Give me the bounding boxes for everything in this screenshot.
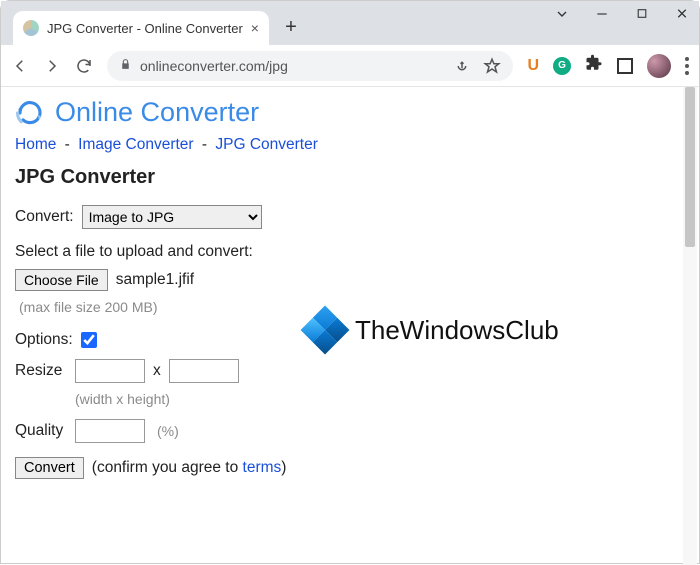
upload-prompt: Select a file to upload and convert: (15, 243, 685, 261)
reload-icon[interactable] (75, 57, 93, 75)
convert-button[interactable]: Convert (15, 457, 84, 479)
scrollbar-thumb[interactable] (685, 87, 695, 247)
browser-tab[interactable]: JPG Converter - Online Converter × (13, 11, 269, 45)
quality-hint: (%) (157, 423, 179, 439)
maximize-icon[interactable] (633, 7, 651, 23)
tab-title: JPG Converter - Online Converter (47, 21, 243, 36)
scrollbar[interactable] (683, 87, 697, 565)
address-bar[interactable]: onlineconverter.com/jpg (107, 51, 513, 81)
max-size-hint: (max file size 200 MB) (19, 299, 685, 315)
close-window-icon[interactable] (673, 6, 691, 24)
forward-icon[interactable] (43, 57, 61, 75)
quality-input[interactable] (75, 419, 145, 443)
extensions-row: U G (527, 54, 689, 78)
addr-actions (453, 57, 501, 75)
crumb-sep: - (60, 136, 74, 153)
terms-link[interactable]: terms (243, 459, 282, 476)
share-icon[interactable] (453, 57, 471, 75)
options-checkbox[interactable] (81, 332, 97, 348)
minimize-icon[interactable] (593, 7, 611, 24)
back-icon[interactable] (11, 57, 29, 75)
bookmark-star-icon[interactable] (483, 57, 501, 75)
close-tab-icon[interactable]: × (251, 20, 259, 36)
resize-label: Resize (15, 362, 67, 380)
resize-height-input[interactable] (169, 359, 239, 383)
breadcrumb: Home - Image Converter - JPG Converter (15, 136, 685, 154)
profile-avatar[interactable] (647, 54, 671, 78)
site-name[interactable]: Online Converter (55, 97, 259, 128)
extensions-icon[interactable] (585, 54, 603, 77)
new-tab-button[interactable]: + (277, 13, 305, 41)
crumb-home[interactable]: Home (15, 136, 56, 153)
site-logo-icon (15, 98, 45, 128)
viewport: Online Converter Home - Image Converter … (1, 87, 699, 565)
convert-label: Convert: (15, 208, 74, 226)
confirm-suffix: ) (281, 459, 286, 476)
page-title: JPG Converter (15, 166, 685, 189)
site-header: Online Converter (15, 97, 685, 128)
browser-titlebar: JPG Converter - Online Converter × + (1, 1, 699, 45)
resize-row: Resize x (15, 359, 685, 383)
crumb-image-converter[interactable]: Image Converter (78, 136, 193, 153)
tab-favicon (23, 20, 39, 36)
confirm-text: (confirm you agree to terms) (92, 459, 287, 477)
crumb-jpg-converter[interactable]: JPG Converter (215, 136, 318, 153)
browser-toolbar: onlineconverter.com/jpg U G (1, 45, 699, 87)
ubersuggest-ext-icon[interactable]: U (527, 57, 539, 75)
selected-filename: sample1.jfif (116, 271, 194, 289)
chevron-down-icon[interactable] (553, 6, 571, 25)
menu-kebab-icon[interactable] (685, 57, 689, 75)
resize-x: x (153, 362, 161, 380)
options-label: Options: (15, 331, 73, 349)
grammarly-ext-icon[interactable]: G (553, 57, 571, 75)
resize-hint: (width x height) (75, 391, 685, 407)
confirm-prefix: (confirm you agree to (92, 459, 243, 476)
file-row: Choose File sample1.jfif (15, 269, 685, 291)
resize-width-input[interactable] (75, 359, 145, 383)
convert-select[interactable]: Image to JPG (82, 205, 262, 229)
options-row: Options: (15, 331, 685, 349)
convert-row: Convert: Image to JPG (15, 205, 685, 229)
quality-row: Quality (%) (15, 419, 685, 443)
window-controls (553, 1, 691, 29)
quality-label: Quality (15, 422, 67, 440)
submit-row: Convert (confirm you agree to terms) (15, 457, 685, 479)
url-text: onlineconverter.com/jpg (140, 58, 288, 74)
crumb-sep: - (198, 136, 212, 153)
page-content: Online Converter Home - Image Converter … (1, 87, 699, 517)
sidepanel-icon[interactable] (617, 58, 633, 74)
choose-file-button[interactable]: Choose File (15, 269, 108, 291)
lock-icon (119, 58, 132, 74)
